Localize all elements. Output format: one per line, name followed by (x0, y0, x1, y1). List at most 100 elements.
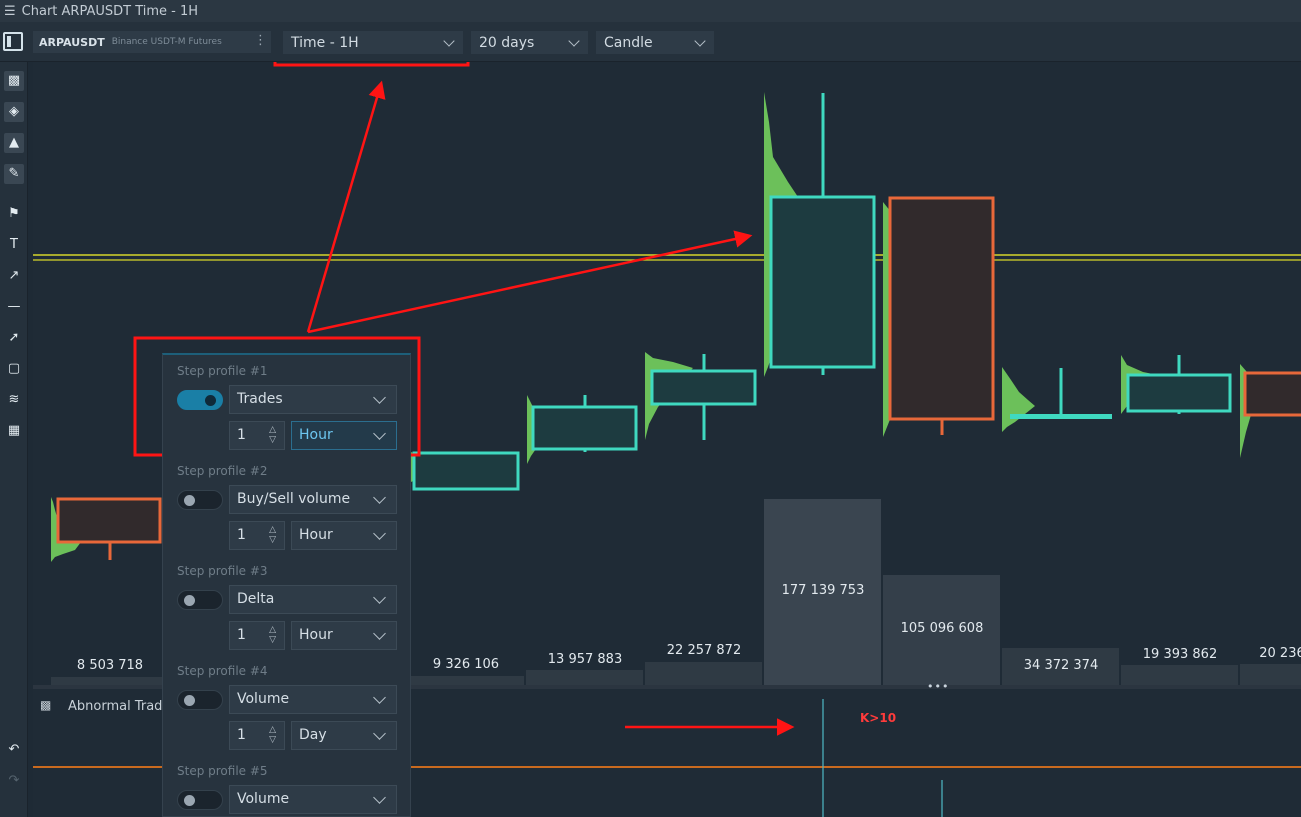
step-profile-toggle[interactable] (177, 590, 223, 610)
step-count-stepper[interactable]: 1 △ ▽ (229, 521, 285, 550)
arrow-icon[interactable]: ↗ (4, 266, 24, 286)
stepper-value: 1 (237, 627, 246, 643)
step-count-stepper[interactable]: 1 △ ▽ (229, 721, 285, 750)
indicator-header[interactable]: ▩ Abnormal Trad (40, 698, 162, 714)
chevron-down-icon (373, 791, 386, 804)
symbol-selector[interactable]: ARPAUSDT Binance USDT-M Futures ⋮ (33, 31, 271, 53)
step-unit-select[interactable]: Hour (291, 621, 397, 650)
candle-bull[interactable] (1002, 367, 1112, 432)
spinner-arrows-icon[interactable]: △ ▽ (269, 525, 276, 545)
candle-bull[interactable] (645, 352, 757, 440)
candle-body (1243, 371, 1301, 417)
step-profile-toggle[interactable] (177, 390, 223, 410)
brush-icon[interactable]: ≋ (4, 390, 24, 410)
toggle-knob (184, 495, 195, 506)
select-value: Day (299, 727, 327, 743)
candle-body (56, 497, 162, 544)
chevron-down-icon (373, 727, 386, 740)
pane-resize-handle[interactable]: ••• (927, 680, 949, 693)
chevron-down-icon (568, 35, 580, 47)
abnormal-trade-marker: K>10 (860, 711, 897, 725)
step-profile-toggle[interactable] (177, 690, 223, 710)
drawing-toolbar: ▩ ◈ ▲ ✎ ⚑ T ↗ — ➚ ▢ ≋ ▦ ↶ ↷ (0, 62, 28, 817)
candle-body (888, 196, 995, 421)
candle-body (531, 405, 638, 451)
select-value: Hour (299, 427, 333, 443)
candle-body (769, 195, 876, 369)
spinner-arrows-icon[interactable]: △ ▽ (269, 725, 276, 745)
volume-label: 9 326 106 (432, 657, 500, 672)
volume-bar (645, 662, 762, 685)
hamburger-icon[interactable]: ☰ (4, 4, 16, 19)
layers-icon[interactable]: ◈ (4, 102, 24, 122)
volume-label: 105 096 608 (900, 621, 984, 636)
timeframe-dropdown[interactable]: Time - 1H (283, 31, 463, 54)
bar-chart-icon[interactable]: ▩ (4, 71, 24, 91)
toggle-knob (184, 795, 195, 806)
candle-bear[interactable] (1240, 364, 1301, 458)
sidebar-toggle-icon[interactable] (3, 32, 23, 51)
step-unit-select[interactable]: Hour (291, 421, 397, 450)
chevron-down-icon (373, 427, 386, 440)
candle-bull[interactable] (411, 451, 520, 491)
chart-toolbar: ARPAUSDT Binance USDT-M Futures ⋮ Time -… (0, 22, 1301, 62)
text-icon[interactable]: T (4, 235, 24, 255)
indicator-name: Abnormal Trad (68, 698, 163, 714)
flag-icon[interactable]: ⚑ (4, 204, 24, 224)
candle-bull[interactable] (527, 395, 638, 464)
chevron-down-icon (373, 691, 386, 704)
timeframe-value: Time - 1H (291, 34, 359, 51)
select-value: Volume (237, 791, 290, 807)
step-profile-source-select[interactable]: Volume (229, 785, 397, 814)
undo-icon[interactable]: ↶ (4, 740, 24, 760)
chevron-down-icon (373, 391, 386, 404)
candle-bear[interactable] (51, 497, 162, 562)
chart-type-value: Candle (604, 34, 653, 51)
step-profile-title: Step profile #3 (177, 564, 268, 578)
redo-icon[interactable]: ↷ (4, 771, 24, 791)
step-profile-title: Step profile #2 (177, 464, 268, 478)
rectangle-icon[interactable]: ▢ (4, 359, 24, 379)
select-value: Volume (237, 691, 290, 707)
step-profile-source-select[interactable]: Volume (229, 685, 397, 714)
volume-bar (51, 677, 168, 685)
stepper-value: 1 (237, 727, 246, 743)
select-value: Hour (299, 527, 333, 543)
step-count-stepper[interactable]: 1 △ ▽ (229, 621, 285, 650)
period-dropdown[interactable]: 20 days (471, 31, 588, 54)
exchange-name: Binance USDT-M Futures (111, 37, 222, 47)
ruler-icon[interactable]: ▦ (4, 421, 24, 441)
horizontal-line-icon[interactable]: — (4, 297, 24, 317)
title-bar: ☰ Chart ARPAUSDT Time - 1H (0, 0, 1301, 22)
spinner-arrows-icon[interactable]: △ ▽ (269, 425, 276, 445)
chevron-down-icon (373, 491, 386, 504)
chevron-down-icon (443, 35, 455, 47)
step-profile-toggle[interactable] (177, 490, 223, 510)
more-options-icon[interactable]: ⋮ (254, 33, 267, 48)
stepper-value: 1 (237, 527, 246, 543)
volume-label: 13 957 883 (547, 652, 623, 667)
spinner-arrows-icon[interactable]: △ ▽ (269, 625, 276, 645)
step-profile-title: Step profile #1 (177, 364, 268, 378)
step-profile-source-select[interactable]: Trades (229, 385, 397, 414)
candle-body (650, 369, 757, 406)
trend-line-icon[interactable]: ➚ (4, 328, 24, 348)
candle-bull[interactable] (764, 92, 876, 377)
window-title: Chart ARPAUSDT Time - 1H (21, 3, 199, 19)
chevron-down-icon (373, 527, 386, 540)
chevron-down-icon (694, 35, 706, 47)
chart-type-dropdown[interactable]: Candle (596, 31, 714, 54)
bell-icon[interactable]: ▲ (4, 133, 24, 153)
step-profile-toggle[interactable] (177, 790, 223, 810)
step-unit-select[interactable]: Day (291, 721, 397, 750)
select-value: Buy/Sell volume (237, 491, 351, 507)
candle-body (412, 451, 520, 491)
step-count-stepper[interactable]: 1 △ ▽ (229, 421, 285, 450)
step-unit-select[interactable]: Hour (291, 521, 397, 550)
volume-label: 22 257 872 (666, 643, 742, 658)
pencil-icon[interactable]: ✎ (4, 164, 24, 184)
candle-bear[interactable] (883, 196, 995, 437)
step-profile-source-select[interactable]: Buy/Sell volume (229, 485, 397, 514)
step-profile-source-select[interactable]: Delta (229, 585, 397, 614)
candle-bull[interactable] (1121, 355, 1232, 414)
